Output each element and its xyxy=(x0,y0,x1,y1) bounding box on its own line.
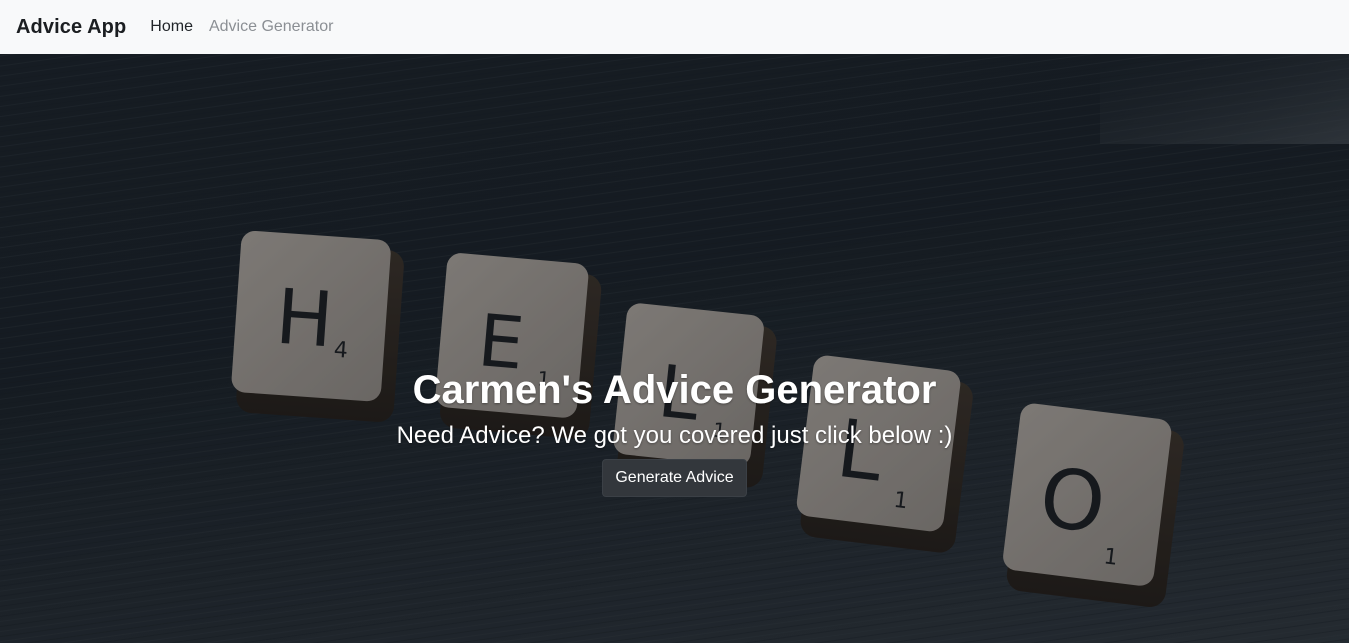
nav-link-home[interactable]: Home xyxy=(150,18,193,36)
nav-link-advice-generator[interactable]: Advice Generator xyxy=(209,18,334,36)
navbar: Advice App Home Advice Generator xyxy=(0,0,1349,54)
generate-advice-button[interactable]: Generate Advice xyxy=(602,459,747,497)
brand-logo[interactable]: Advice App xyxy=(16,16,126,39)
hero-overlay xyxy=(0,54,1349,643)
page-title: Carmen's Advice Generator xyxy=(412,368,937,412)
page-subtitle: Need Advice? We got you covered just cli… xyxy=(396,422,953,449)
hero-content: Carmen's Advice Generator Need Advice? W… xyxy=(0,364,1349,497)
hero-section: H 4 E 1 L 1 L 1 O 1 Carmen's Advice Gene… xyxy=(0,54,1349,643)
